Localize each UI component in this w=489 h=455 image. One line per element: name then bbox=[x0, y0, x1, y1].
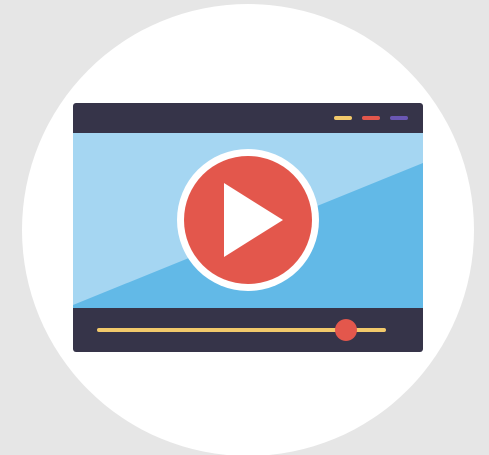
purple-dot-icon bbox=[390, 116, 408, 120]
video-player-window bbox=[73, 103, 423, 352]
video-screen-graphic bbox=[73, 133, 423, 308]
player-title-bar bbox=[73, 103, 423, 133]
red-dot-icon bbox=[362, 116, 380, 120]
progress-thumb[interactable] bbox=[334, 319, 357, 341]
play-button[interactable] bbox=[177, 149, 319, 291]
video-screen bbox=[73, 133, 423, 308]
yellow-dot-icon bbox=[334, 116, 352, 120]
player-control-bar bbox=[73, 308, 423, 352]
